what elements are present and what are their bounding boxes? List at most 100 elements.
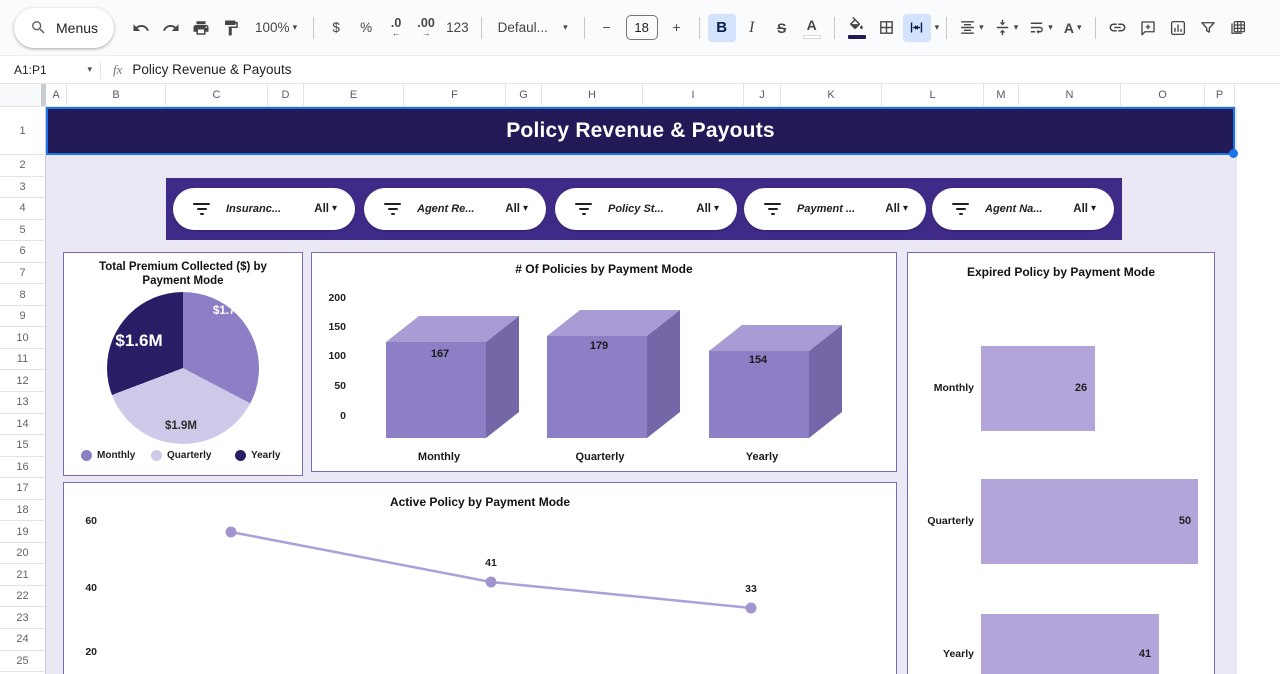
slicer-value-dropdown[interactable]: All▾	[885, 203, 908, 215]
row-header-10[interactable]: 10	[0, 327, 46, 349]
row-header-4[interactable]: 4	[0, 198, 46, 220]
chart-total-premium-pie[interactable]: Total Premium Collected ($) by Payment M…	[63, 252, 303, 476]
merge-cells-button[interactable]	[903, 14, 931, 42]
row-header-1[interactable]: 1	[0, 107, 46, 155]
column-header-N[interactable]: N	[1019, 84, 1121, 107]
column-header-B[interactable]: B	[67, 84, 166, 107]
row-header-6[interactable]: 6	[0, 241, 46, 263]
slicer-policy-status[interactable]: Policy St... All▾	[555, 188, 737, 230]
column-header-I[interactable]: I	[643, 84, 744, 107]
arrow-left-icon: ←	[392, 29, 401, 38]
row-header-17[interactable]: 17	[0, 478, 46, 500]
undo-button[interactable]	[127, 14, 155, 42]
insert-chart-button[interactable]	[1164, 14, 1192, 42]
row-header-5[interactable]: 5	[0, 220, 46, 242]
format-currency-button[interactable]: $	[322, 14, 350, 42]
row-header-19[interactable]: 19	[0, 521, 46, 543]
row-header-24[interactable]: 24	[0, 629, 46, 651]
borders-button[interactable]	[873, 14, 901, 42]
number-format-button[interactable]: 123	[442, 14, 473, 42]
row-header-15[interactable]: 15	[0, 435, 46, 457]
slicer-value-dropdown[interactable]: All▾	[696, 203, 719, 215]
text-wrap-button[interactable]: ▾	[1024, 14, 1057, 42]
redo-button[interactable]	[157, 14, 185, 42]
row-header-8[interactable]: 8	[0, 284, 46, 306]
row-header-11[interactable]: 11	[0, 349, 46, 371]
slicer-value-dropdown[interactable]: All▾	[314, 203, 337, 215]
google-sheets-app: Menus 100%▾ $ % .0← .00→ 123 Defaul...▾ …	[0, 0, 1280, 674]
row-header-16[interactable]: 16	[0, 457, 46, 479]
column-header-M[interactable]: M	[984, 84, 1019, 107]
row-header-13[interactable]: 13	[0, 392, 46, 414]
slicer-value-dropdown[interactable]: All▾	[1073, 203, 1096, 215]
legend-item-monthly: Monthly	[81, 450, 135, 461]
insert-link-button[interactable]	[1104, 14, 1132, 42]
row-header-21[interactable]: 21	[0, 564, 46, 586]
dashboard-title-cell[interactable]: Policy Revenue & Payouts	[46, 107, 1235, 155]
search-icon	[30, 19, 47, 36]
select-all-corner[interactable]	[0, 84, 46, 107]
row-header-20[interactable]: 20	[0, 543, 46, 565]
column-header-L[interactable]: L	[882, 84, 984, 107]
column-header-H[interactable]: H	[542, 84, 643, 107]
strikethrough-button[interactable]: S	[768, 14, 796, 42]
zoom-select[interactable]: 100%▾	[247, 14, 305, 42]
text-rotation-button[interactable]: A▾	[1059, 14, 1087, 42]
row-header-22[interactable]: 22	[0, 586, 46, 608]
row-header-18[interactable]: 18	[0, 500, 46, 522]
decrease-decimal-button[interactable]: .0←	[382, 14, 410, 42]
column-header-D[interactable]: D	[268, 84, 304, 107]
row-header-7[interactable]: 7	[0, 263, 46, 285]
horizontal-align-button[interactable]: ▾	[955, 14, 988, 42]
sheet-canvas[interactable]: Policy Revenue & Payouts Insuranc... All…	[46, 107, 1280, 674]
slicer-value-dropdown[interactable]: All▾	[505, 203, 528, 215]
column-header-O[interactable]: O	[1121, 84, 1205, 107]
column-header-A[interactable]: A	[46, 84, 67, 107]
chevron-down-icon[interactable]: ▾	[935, 23, 940, 32]
vertical-align-button[interactable]: ▾	[990, 14, 1023, 42]
column-header-K[interactable]: K	[781, 84, 882, 107]
borders-icon	[878, 19, 895, 36]
increase-font-size-button[interactable]: +	[663, 14, 691, 42]
print-button[interactable]	[187, 14, 215, 42]
row-header-2[interactable]: 2	[0, 155, 46, 177]
column-header-E[interactable]: E	[304, 84, 404, 107]
column-header-F[interactable]: F	[404, 84, 506, 107]
row-header-23[interactable]: 23	[0, 607, 46, 629]
paint-format-button[interactable]	[217, 14, 245, 42]
row-header-25[interactable]: 25	[0, 651, 46, 673]
text-color-button[interactable]: A	[798, 14, 826, 42]
selection-handle[interactable]	[1229, 149, 1238, 158]
column-header-C[interactable]: C	[166, 84, 268, 107]
slicer-agent-name[interactable]: Agent Na... All▾	[932, 188, 1114, 230]
row-header-14[interactable]: 14	[0, 414, 46, 436]
functions-button[interactable]	[1224, 14, 1252, 42]
slicer-insurance[interactable]: Insuranc... All▾	[173, 188, 355, 230]
column-header-P[interactable]: P	[1205, 84, 1235, 107]
format-percent-button[interactable]: %	[352, 14, 380, 42]
row-header-3[interactable]: 3	[0, 177, 46, 199]
create-filter-button[interactable]	[1194, 14, 1222, 42]
slicer-agent-region[interactable]: Agent Re... All▾	[364, 188, 546, 230]
chevron-down-icon: ▾	[523, 204, 528, 214]
font-select[interactable]: Defaul...▾	[490, 14, 576, 42]
toolbar-divider	[699, 17, 700, 39]
menus-button[interactable]: Menus	[14, 8, 114, 48]
italic-button[interactable]: I	[738, 14, 766, 42]
name-box[interactable]: A1:P1 ▾	[0, 63, 92, 77]
insert-comment-button[interactable]	[1134, 14, 1162, 42]
chart-policies-3d-bar[interactable]: # Of Policies by Payment Mode 200 150 10…	[311, 252, 897, 472]
chart-active-policy-line[interactable]: Active Policy by Payment Mode 60 40 20 4…	[63, 482, 897, 674]
row-header-12[interactable]: 12	[0, 370, 46, 392]
bold-button[interactable]: B	[708, 14, 736, 42]
row-header-9[interactable]: 9	[0, 306, 46, 328]
chart-expired-policy-bar[interactable]: Expired Policy by Payment Mode 26 50 41 …	[907, 252, 1215, 674]
column-header-G[interactable]: G	[506, 84, 542, 107]
font-size-input[interactable]: 18	[626, 15, 658, 40]
column-header-J[interactable]: J	[744, 84, 781, 107]
formula-input[interactable]: Policy Revenue & Payouts	[132, 62, 291, 77]
fill-color-button[interactable]	[843, 14, 871, 42]
decrease-font-size-button[interactable]: −	[593, 14, 621, 42]
slicer-payment-mode[interactable]: Payment ... All▾	[744, 188, 926, 230]
increase-decimal-button[interactable]: .00→	[412, 14, 440, 42]
